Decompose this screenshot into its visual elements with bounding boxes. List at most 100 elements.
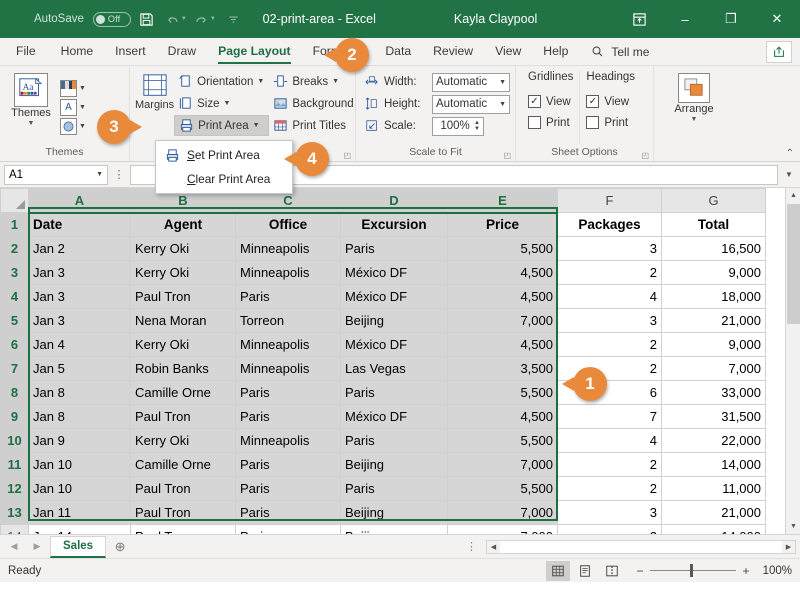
cell-D13[interactable]: Beijing [340,500,448,525]
cell-C4[interactable]: Paris [235,284,341,309]
cell-C8[interactable]: Paris [235,380,341,405]
cell-A8[interactable]: Jan 8 [28,380,131,405]
cell-A12[interactable]: Jan 10 [28,476,131,501]
cell-G5[interactable]: 21,000 [661,308,766,333]
cell-D4[interactable]: México DF [340,284,448,309]
spinner-arrows-icon[interactable]: ▲ ▼ [474,120,480,132]
cell-F6[interactable]: 2 [557,332,662,357]
cell-B11[interactable]: Camille Orne [130,452,236,477]
select-all-corner[interactable] [0,188,29,213]
scale-spinner[interactable]: 100% ▲ ▼ [432,116,484,136]
cell-E10[interactable]: 5,500 [447,428,558,453]
background-button[interactable]: Background [269,93,358,114]
cell-C10[interactable]: Minneapolis [235,428,341,453]
gridlines-view-checkbox[interactable]: ✓ View [528,91,573,112]
page-layout-view-icon[interactable] [573,561,597,581]
headings-print-checkbox[interactable]: Print [586,112,635,133]
cell-F14[interactable]: 2 [557,524,662,534]
cell-F4[interactable]: 4 [557,284,662,309]
cell-G7[interactable]: 7,000 [661,356,766,381]
row-header-12[interactable]: 12 [0,476,29,501]
row-header-4[interactable]: 4 [0,284,29,309]
column-header-F[interactable]: F [557,188,662,213]
cell-F12[interactable]: 2 [557,476,662,501]
row-header-8[interactable]: 8 [0,380,29,405]
cell-A5[interactable]: Jan 3 [28,308,131,333]
tell-me-search[interactable]: Tell me [579,38,659,65]
save-icon[interactable] [134,6,160,32]
cell-A3[interactable]: Jan 3 [28,260,131,285]
cell-F9[interactable]: 7 [557,404,662,429]
cell-G14[interactable]: 14,000 [661,524,766,534]
column-header-A[interactable]: A [28,188,131,214]
cell-D12[interactable]: Paris [340,476,448,501]
print-titles-button[interactable]: Print Titles [269,115,358,136]
collapse-ribbon-icon[interactable]: ⌃ [786,148,794,159]
cell-E12[interactable]: 5,500 [447,476,558,501]
tab-home[interactable]: Home [50,38,105,65]
cell-C14[interactable]: Paris [235,524,341,534]
themes-button[interactable]: Aa Themes ▼ [5,71,57,144]
row-header-3[interactable]: 3 [0,260,29,285]
cell-D10[interactable]: Paris [340,428,448,453]
cell-C3[interactable]: Minneapolis [235,260,341,285]
cell-C6[interactable]: Minneapolis [235,332,341,357]
cell-C12[interactable]: Paris [235,476,341,501]
row-header-13[interactable]: 13 [0,500,29,525]
cell-G1[interactable]: Total [661,212,766,237]
cell-D11[interactable]: Beijing [340,452,448,477]
print-area-button[interactable]: Print Area ▼ [174,115,270,136]
headings-view-checkbox[interactable]: ✓ View [586,91,635,112]
row-header-5[interactable]: 5 [0,308,29,333]
theme-colors-button[interactable]: ▼ [60,80,86,97]
ribbon-display-options-icon[interactable] [616,0,662,38]
cell-G6[interactable]: 9,000 [661,332,766,357]
nav-prev-icon[interactable]: ◀ [4,541,24,552]
cell-E11[interactable]: 7,000 [447,452,558,477]
cell-B13[interactable]: Paul Tron [130,500,236,525]
zoom-slider-thumb[interactable] [690,564,693,577]
menu-item-set-print-area[interactable]: Set Print Area [156,143,292,167]
cell-C1[interactable]: Office [235,212,341,237]
row-header-9[interactable]: 9 [0,404,29,429]
arrange-button[interactable]: Arrange ▼ [668,71,720,144]
cell-D5[interactable]: Beijing [340,308,448,333]
cell-B9[interactable]: Paul Tron [130,404,236,429]
row-header-7[interactable]: 7 [0,356,29,381]
horizontal-scrollbar[interactable]: ◀ ▶ [486,539,796,554]
row-header-11[interactable]: 11 [0,452,29,477]
cell-A11[interactable]: Jan 10 [28,452,131,477]
cell-A4[interactable]: Jan 3 [28,284,131,309]
cell-D2[interactable]: Paris [340,236,448,261]
cell-F3[interactable]: 2 [557,260,662,285]
name-box[interactable]: A1 ▼ [4,164,108,185]
cell-E5[interactable]: 7,000 [447,308,558,333]
column-header-G[interactable]: G [661,188,766,213]
cell-A9[interactable]: Jan 8 [28,404,131,429]
cell-E9[interactable]: 4,500 [447,404,558,429]
row-header-10[interactable]: 10 [0,428,29,453]
cell-B8[interactable]: Camille Orne [130,380,236,405]
column-header-D[interactable]: D [340,188,448,214]
cell-D9[interactable]: México DF [340,404,448,429]
cell-B14[interactable]: Paul Tron [130,524,236,534]
tab-data[interactable]: Data [374,38,422,65]
sheet-options-dialog-launcher-icon[interactable]: ◰ [641,151,649,160]
cell-E6[interactable]: 4,500 [447,332,558,357]
vertical-scroll-thumb[interactable] [787,204,800,324]
nav-next-icon[interactable]: ▶ [27,541,47,552]
minimize-button[interactable]: – [662,0,708,38]
cell-G13[interactable]: 21,000 [661,500,766,525]
cell-D14[interactable]: Beijing [340,524,448,534]
cell-D8[interactable]: Paris [340,380,448,405]
insert-function-icon[interactable]: ⋮ [112,168,126,181]
page-setup-dialog-launcher-icon[interactable]: ◰ [343,151,351,160]
scroll-right-icon[interactable]: ▶ [782,543,795,551]
autosave-toggle[interactable]: Off [92,11,131,27]
breaks-button[interactable]: Breaks ▼ [269,71,358,92]
cell-A10[interactable]: Jan 9 [28,428,131,453]
row-header-2[interactable]: 2 [0,236,29,261]
cell-F2[interactable]: 3 [557,236,662,261]
page-break-preview-icon[interactable] [600,561,624,581]
size-button[interactable]: Size ▼ [174,93,269,114]
